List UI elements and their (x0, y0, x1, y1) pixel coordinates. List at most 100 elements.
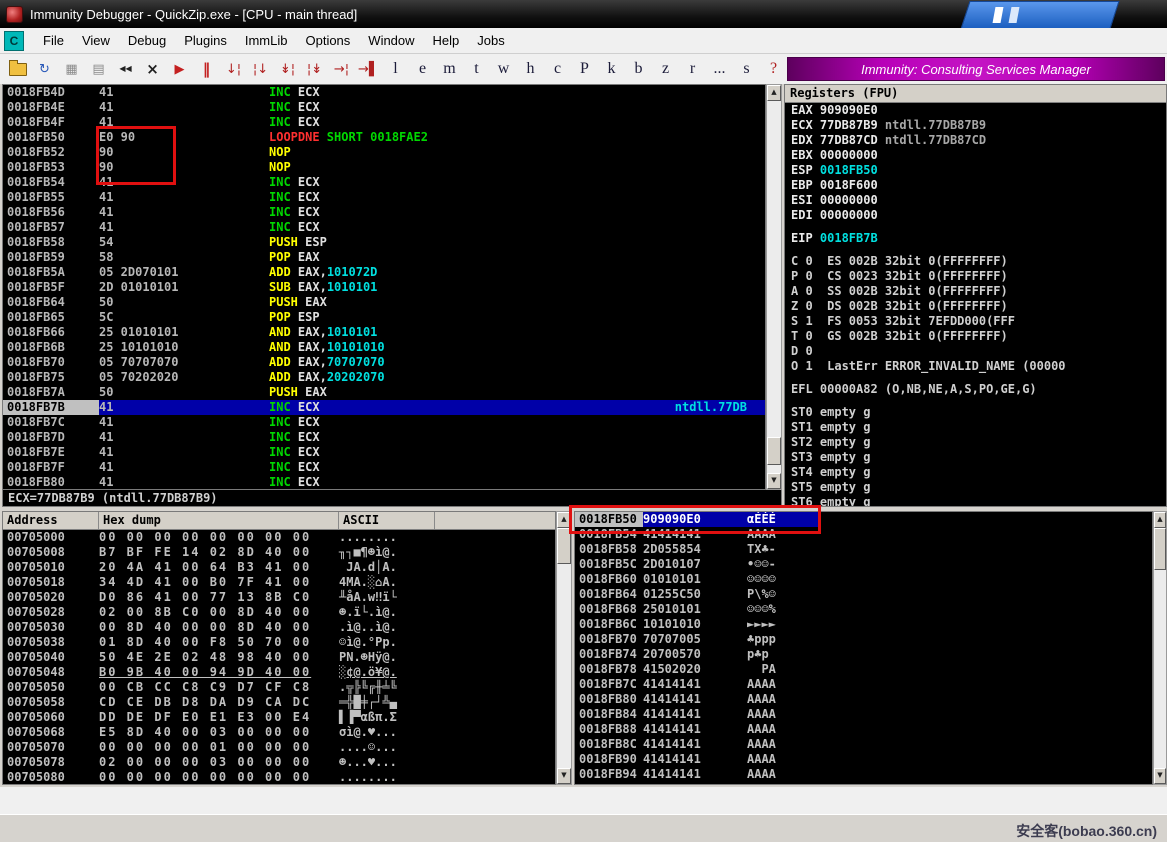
stack-row[interactable]: 0018FB7420700570p♣p (575, 647, 1152, 662)
stack-row[interactable]: 0018FB7C41414141AAAA (575, 677, 1152, 692)
disasm-row[interactable]: 0018FB6450PUSH EAX (3, 295, 765, 310)
stack-row[interactable]: 0018FB5441414141AAAA (575, 527, 1152, 542)
disasm-row[interactable]: 0018FB8041INC ECX (3, 475, 765, 490)
stack-row[interactable]: 0018FB582D055854TX♣- (575, 542, 1152, 557)
disasm-row[interactable]: 0018FB7C41INC ECX (3, 415, 765, 430)
toolbar-k-button[interactable]: k (599, 58, 624, 81)
disasm-scrollbar[interactable]: ▲ ▼ (766, 84, 782, 490)
disasm-row[interactable]: 0018FB5A05 2D070101ADD EAX,101072D (3, 265, 765, 280)
stack-row[interactable]: 0018FB8441414141AAAA (575, 707, 1152, 722)
register-row[interactable]: EAX 909090E0 (785, 103, 1166, 118)
step-into-button[interactable]: ↓¦ (221, 58, 246, 81)
disasm-row[interactable]: 0018FB5390NOP (3, 160, 765, 175)
stack-row[interactable]: 0018FB7070707005♣ppp (575, 632, 1152, 647)
execute-till-return-button[interactable]: →¦ (329, 58, 354, 81)
toolbar-P-button[interactable]: P (572, 58, 597, 81)
scrollbar-thumb[interactable] (1154, 528, 1166, 570)
register-text-row[interactable]: ST0 empty g (785, 405, 1166, 420)
execute-till-user-button[interactable]: →▌ (356, 58, 381, 81)
dump-row[interactable]: 0070502802 00 8B C0 00 8D 40 00☻.ï└.ì@. (3, 605, 555, 620)
dump-row[interactable]: 00705060DD DE DF E0 E1 E3 00 E4▌▐▀αßπ.Σ (3, 710, 555, 725)
register-text-row[interactable]: P 0 CS 0023 32bit 0(FFFFFFFF) (785, 269, 1166, 284)
toolbar-e-button[interactable]: e (410, 58, 435, 81)
dump-header-hex[interactable]: Hex dump (99, 512, 339, 529)
disasm-row[interactable]: 0018FB7F41INC ECX (3, 460, 765, 475)
toolbar-m-button[interactable]: m (437, 58, 462, 81)
dump-row[interactable]: 0070507802 00 00 00 03 00 00 00☻...♥... (3, 755, 555, 770)
disasm-row[interactable]: 0018FB5854PUSH ESP (3, 235, 765, 250)
disasm-row[interactable]: 0018FB7D41INC ECX (3, 430, 765, 445)
register-text-row[interactable]: D 0 (785, 344, 1166, 359)
dump-row[interactable]: 0070504050 4E 2E 02 48 98 40 00PN.☻Hÿ@. (3, 650, 555, 665)
disasm-row[interactable]: 0018FB5641INC ECX (3, 205, 765, 220)
register-row[interactable]: ESP 0018FB50 (785, 163, 1166, 178)
dump-row[interactable]: 0070507000 00 00 00 01 00 00 00....☺... (3, 740, 555, 755)
register-text-row[interactable]: O 1 LastErr ERROR_INVALID_NAME (00000 (785, 359, 1166, 374)
disasm-row[interactable]: 0018FB7505 70202020ADD EAX,20202070 (3, 370, 765, 385)
disasm-row[interactable]: 0018FB6B25 10101010AND EAX,10101010 (3, 340, 765, 355)
dump-row[interactable]: 00705048B0 9B 40 00 94 9D 40 00░¢@.ö¥@. (3, 665, 555, 680)
disasm-row[interactable]: 0018FB5741INC ECX (3, 220, 765, 235)
attach-button[interactable]: ▦ (59, 58, 84, 81)
stack-row[interactable]: 0018FB50909090E0αÉÉÉ (575, 512, 1152, 527)
cpu-window-icon[interactable]: C (4, 31, 24, 51)
stack-row[interactable]: 0018FB8C41414141AAAA (575, 737, 1152, 752)
disasm-row[interactable]: 0018FB655CPOP ESP (3, 310, 765, 325)
trace-over-button[interactable]: ¦↡ (302, 58, 327, 81)
stack-row[interactable]: 0018FB6825010101☺☺☺% (575, 602, 1152, 617)
dump-row[interactable]: 00705008B7 BF FE 14 02 8D 40 00╖┐■¶☻ì@. (3, 545, 555, 560)
register-row[interactable]: EBP 0018F600 (785, 178, 1166, 193)
stack-row[interactable]: 0018FB9441414141AAAA (575, 767, 1152, 782)
stack-row[interactable]: 0018FB7841502020 PA (575, 662, 1152, 677)
toolbar-b-button[interactable]: b (626, 58, 651, 81)
register-row[interactable]: EBX 00000000 (785, 148, 1166, 163)
scroll-down-icon[interactable]: ▼ (1154, 768, 1166, 784)
step-over-button[interactable]: ¦↓ (248, 58, 273, 81)
toolbar-s-button[interactable]: s (734, 58, 759, 81)
scroll-down-icon[interactable]: ▼ (557, 768, 571, 784)
toolbar-w-button[interactable]: w (491, 58, 516, 81)
stack-row[interactable]: 0018FB9041414141AAAA (575, 752, 1152, 767)
register-text-row[interactable]: Z 0 DS 002B 32bit 0(FFFFFFFF) (785, 299, 1166, 314)
toolbar-r-button[interactable]: r (680, 58, 705, 81)
dump-header-ascii[interactable]: ASCII (339, 512, 435, 529)
register-row[interactable]: ESI 00000000 (785, 193, 1166, 208)
dump-row[interactable]: 0070503801 8D 40 00 F8 50 70 00☺ì@.°Pp. (3, 635, 555, 650)
disasm-row[interactable]: 0018FB4F41INC ECX (3, 115, 765, 130)
disasm-row[interactable]: 0018FB5290NOP (3, 145, 765, 160)
disasm-row[interactable]: 0018FB6625 01010101AND EAX,1010101 (3, 325, 765, 340)
register-row[interactable]: EIP 0018FB7B (785, 231, 1166, 246)
dump-row[interactable]: 0070500000 00 00 00 00 00 00 00........ (3, 530, 555, 545)
stack-row[interactable]: 0018FB8041414141AAAA (575, 692, 1152, 707)
menu-file[interactable]: File (34, 29, 73, 52)
register-text-row[interactable]: EFL 00000A82 (O,NB,NE,A,S,PO,GE,G) (785, 382, 1166, 397)
scrollbar-thumb[interactable] (557, 528, 571, 564)
dump-row[interactable]: 00705020D0 86 41 00 77 13 8B C0╨åA.w‼ï└ (3, 590, 555, 605)
register-row[interactable]: EDX 77DB87CD ntdll.77DB87CD (785, 133, 1166, 148)
register-text-row[interactable]: ST5 empty g (785, 480, 1166, 495)
register-row[interactable]: EDI 00000000 (785, 208, 1166, 223)
register-row[interactable]: ECX 77DB87B9 ntdll.77DB87B9 (785, 118, 1166, 133)
toolbar-h-button[interactable]: h (518, 58, 543, 81)
menu-help[interactable]: Help (424, 29, 469, 52)
memory-dump-pane[interactable]: Address Hex dump ASCII 0070500000 00 00 … (2, 511, 556, 785)
dump-header-address[interactable]: Address (3, 512, 99, 529)
disasm-row[interactable]: 0018FB5958POP EAX (3, 250, 765, 265)
dump-row[interactable]: 0070501834 4D 41 00 B0 7F 41 004MA.░⌂A. (3, 575, 555, 590)
disasm-row[interactable]: 0018FB5F2D 01010101SUB EAX,1010101 (3, 280, 765, 295)
dump-row[interactable]: 00705058CD CE DB D8 DA D9 CA DC═╬█╪┌┘╩▄ (3, 695, 555, 710)
scroll-up-icon[interactable]: ▲ (557, 512, 571, 528)
dump-scrollbar[interactable]: ▲ ▼ (556, 511, 572, 785)
stack-row[interactable]: 0018FB6401255C50P\%☺ (575, 587, 1152, 602)
toolbar-help-button[interactable]: ? (761, 58, 786, 81)
disasm-row[interactable]: 0018FB7005 70707070ADD EAX,70707070 (3, 355, 765, 370)
menu-options[interactable]: Options (296, 29, 359, 52)
menu-view[interactable]: View (73, 29, 119, 52)
menu-immlib[interactable]: ImmLib (236, 29, 297, 52)
rewind-button[interactable]: ◀◀ (113, 58, 138, 81)
windows-button[interactable]: ▤ (86, 58, 111, 81)
disasm-row[interactable]: 0018FB7E41INC ECX (3, 445, 765, 460)
registers-pane[interactable]: Registers (FPU) EAX 909090E0ECX 77DB87B9… (784, 84, 1167, 507)
dump-row[interactable]: 00705068E5 8D 40 00 03 00 00 00σì@.♥... (3, 725, 555, 740)
close-program-button[interactable]: × (140, 58, 165, 81)
